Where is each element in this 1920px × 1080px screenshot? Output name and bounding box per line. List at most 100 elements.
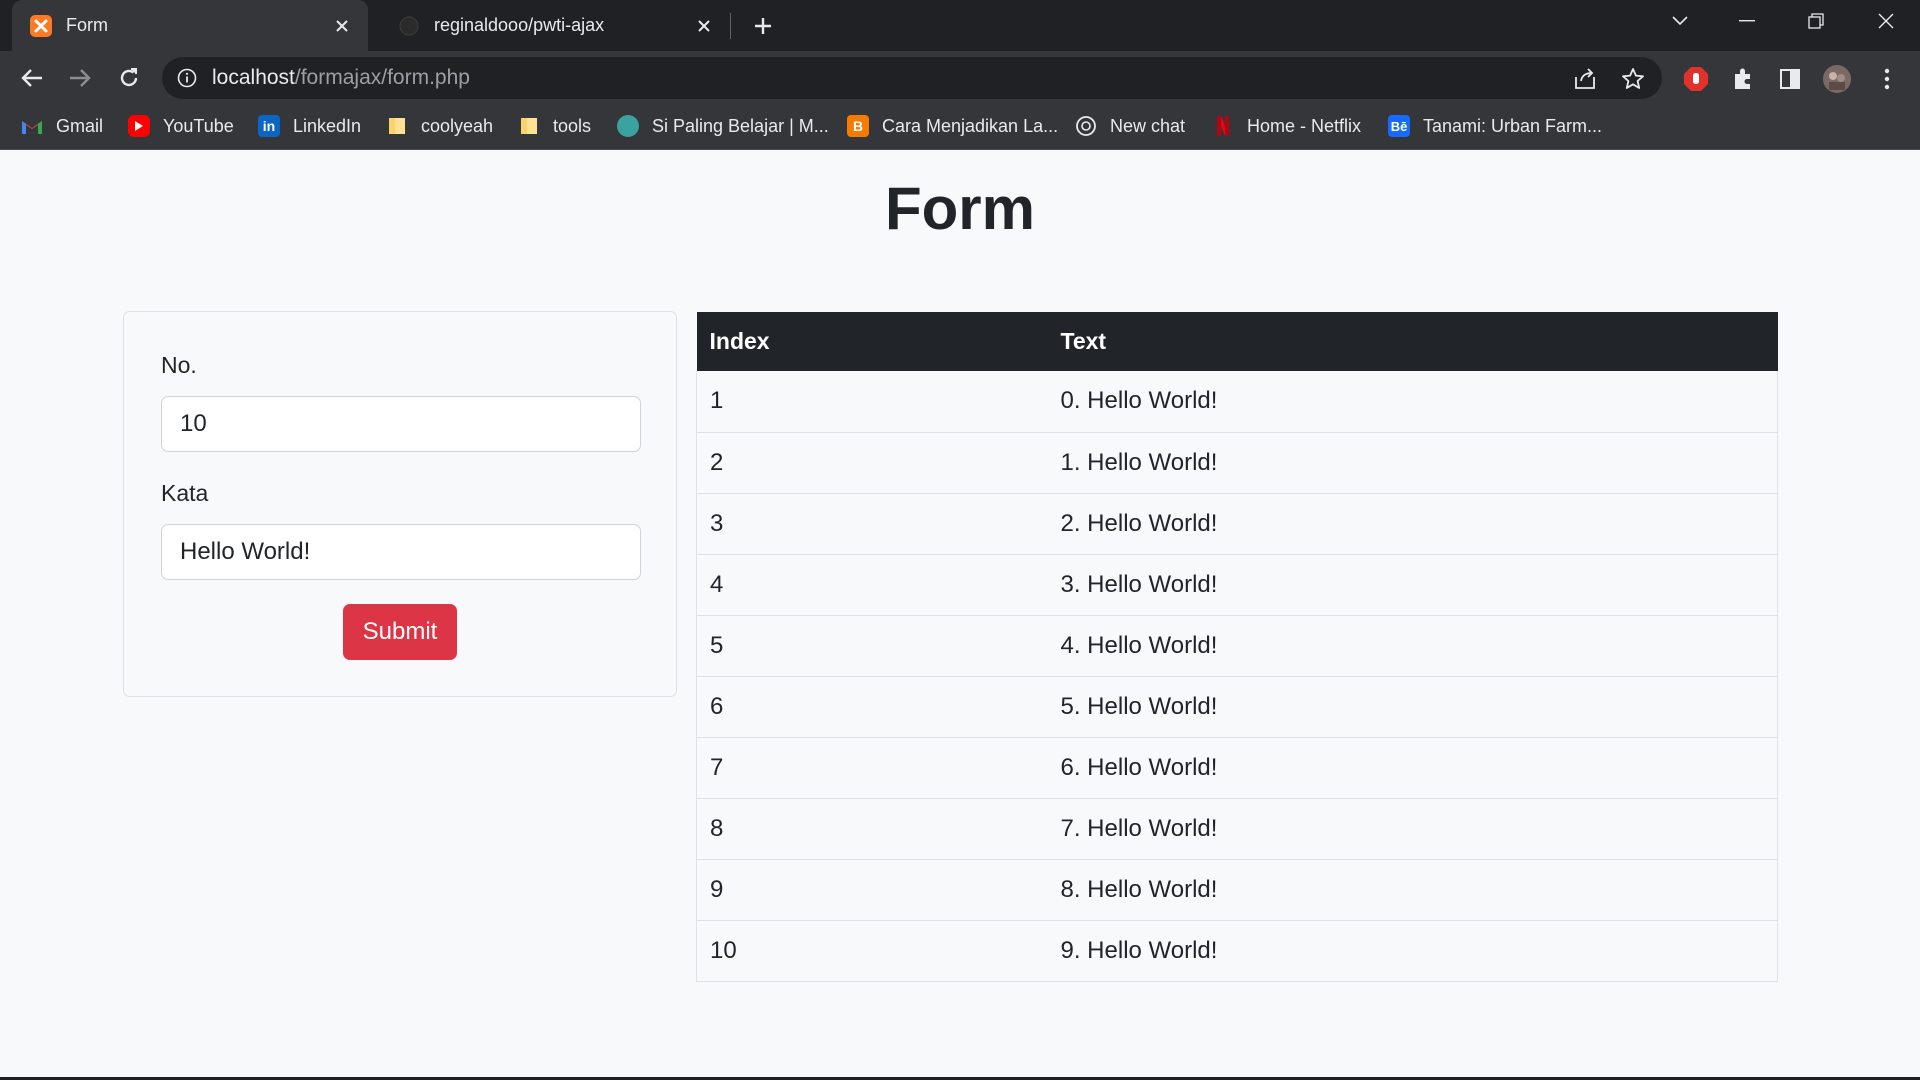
results-table: Index Text 1 0. Hello World! 2 1. Hello Wo… xyxy=(696,312,1778,982)
url-text: localhost/formajax/form.php xyxy=(212,57,470,99)
kata-input[interactable] xyxy=(161,524,641,580)
profile-avatar[interactable] xyxy=(1822,64,1852,94)
text-cell: 3. Hello World! xyxy=(1047,554,1778,616)
youtube-icon xyxy=(128,115,150,137)
bookmark-folder-coolyeah[interactable]: coolyeah xyxy=(386,106,493,146)
minimize-icon xyxy=(1739,20,1755,22)
netflix-icon xyxy=(1212,115,1234,137)
page-content: Form No. Kata Submit Index Text 10. Hell… xyxy=(0,154,1920,1076)
close-icon[interactable] xyxy=(328,12,356,40)
no-label: No. xyxy=(161,352,197,378)
new-tab-button[interactable] xyxy=(746,9,780,43)
table-row: 1 0. Hello World! xyxy=(696,371,1778,433)
behance-icon: Bē xyxy=(1388,115,1410,137)
bookmark-behance[interactable]: Bē Tanami: Urban Farm... xyxy=(1388,106,1602,146)
index-cell: 6 xyxy=(696,676,1048,738)
close-icon xyxy=(1878,13,1894,29)
text-cell: 9. Hello World! xyxy=(1047,920,1778,982)
bookmark-label: Si Paling Belajar | M... xyxy=(652,115,829,136)
text-cell: 4. Hello World! xyxy=(1047,615,1778,677)
close-window-button[interactable] xyxy=(1856,0,1916,42)
tab-strip: Form reginaldooo/pwti-ajax xyxy=(0,0,1920,51)
bookmark-label: coolyeah xyxy=(421,115,494,136)
restore-button[interactable] xyxy=(1786,0,1846,42)
restore-icon xyxy=(1808,13,1824,29)
submit-button[interactable]: Submit xyxy=(343,604,457,660)
tab-separator xyxy=(730,13,731,39)
minimize-button[interactable] xyxy=(1717,0,1777,42)
text-cell: 5. Hello World! xyxy=(1047,676,1778,738)
adblock-extension-icon[interactable] xyxy=(1681,64,1711,94)
extensions-icon[interactable] xyxy=(1728,64,1758,94)
url-path: /formajax/form.php xyxy=(294,66,470,89)
reload-button[interactable] xyxy=(110,59,148,97)
close-icon[interactable] xyxy=(690,12,718,40)
text-cell: 0. Hello World! xyxy=(1047,371,1778,433)
back-button[interactable] xyxy=(13,59,51,97)
tab-github[interactable]: reginaldooo/pwti-ajax xyxy=(380,0,730,51)
gmail-icon xyxy=(21,115,43,137)
table-row: 8 7. Hello World! xyxy=(696,798,1778,860)
info-icon[interactable] xyxy=(176,67,198,89)
tab-form[interactable]: Form xyxy=(12,0,368,51)
site-icon xyxy=(617,115,639,137)
text-cell: 6. Hello World! xyxy=(1047,737,1778,799)
star-icon[interactable] xyxy=(1620,66,1646,92)
table-row: 5 4. Hello World! xyxy=(696,615,1778,677)
share-icon[interactable] xyxy=(1572,66,1598,92)
table-row: 3 2. Hello World! xyxy=(696,493,1778,555)
bookmark-label: LinkedIn xyxy=(293,115,362,136)
bookmarks-bar: Gmail YouTube in LinkedIn coolyeah tools… xyxy=(0,106,1920,150)
bookmark-netflix[interactable]: Home - Netflix xyxy=(1212,106,1361,146)
folder-icon xyxy=(386,115,408,137)
table-row: 10 9. Hello World! xyxy=(696,920,1778,982)
arrow-right-icon xyxy=(70,69,91,87)
menu-icon[interactable] xyxy=(1872,64,1902,94)
bookmark-gmail[interactable]: Gmail xyxy=(21,106,103,146)
bookmark-linkedin[interactable]: in LinkedIn xyxy=(258,106,361,146)
tab-title: reginaldooo/pwti-ajax xyxy=(434,15,605,35)
bookmark-blogger[interactable]: B Cara Menjadikan La... xyxy=(847,106,1058,146)
table-row: 2 1. Hello World! xyxy=(696,432,1778,494)
bookmark-label: New chat xyxy=(1110,115,1186,136)
bookmark-si-paling-belajar[interactable]: Si Paling Belajar | M... xyxy=(617,106,829,146)
index-cell: 2 xyxy=(696,432,1048,494)
text-cell: 8. Hello World! xyxy=(1047,859,1778,921)
bookmark-new-chat[interactable]: New chat xyxy=(1075,106,1185,146)
forward-button[interactable] xyxy=(61,59,99,97)
tab-search-button[interactable] xyxy=(1650,0,1710,42)
reload-icon xyxy=(120,68,138,87)
url-host: localhost xyxy=(212,66,295,89)
text-cell: 2. Hello World! xyxy=(1047,493,1778,555)
bookmark-label: Tanami: Urban Farm... xyxy=(1423,115,1603,136)
kata-label: Kata xyxy=(161,480,209,506)
index-cell: 4 xyxy=(696,554,1048,616)
address-bar[interactable]: localhost/formajax/form.php xyxy=(162,57,1662,99)
text-column-header: Text xyxy=(1047,312,1778,371)
tab-title: Form xyxy=(66,15,108,35)
table-row: 6 5. Hello World! xyxy=(696,676,1778,738)
bookmark-label: Cara Menjadikan La... xyxy=(882,115,1059,136)
index-cell: 9 xyxy=(696,859,1048,921)
bookmark-youtube[interactable]: YouTube xyxy=(128,106,234,146)
bookmark-label: Gmail xyxy=(56,115,104,136)
page-title: Form xyxy=(885,175,1035,242)
folder-icon xyxy=(518,115,540,137)
no-input[interactable] xyxy=(161,396,641,452)
index-cell: 3 xyxy=(696,493,1048,555)
bookmark-label: Home - Netflix xyxy=(1247,115,1362,136)
browser-toolbar: localhost/formajax/form.php xyxy=(0,51,1920,106)
side-panel-icon[interactable] xyxy=(1775,64,1805,94)
index-cell: 7 xyxy=(696,737,1048,799)
chatgpt-icon xyxy=(1075,115,1097,137)
table-row: 9 8. Hello World! xyxy=(696,859,1778,921)
bookmark-folder-tools[interactable]: tools xyxy=(518,106,591,146)
form-card: No. Kata Submit xyxy=(123,311,677,697)
table-row: 4 3. Hello World! xyxy=(696,554,1778,616)
index-cell: 1 xyxy=(696,371,1048,433)
table-row: 7 6. Hello World! xyxy=(696,737,1778,799)
bookmark-label: tools xyxy=(553,115,592,136)
arrow-left-icon xyxy=(21,69,42,87)
plus-icon xyxy=(755,18,771,34)
index-column-header: Index xyxy=(696,312,1048,371)
